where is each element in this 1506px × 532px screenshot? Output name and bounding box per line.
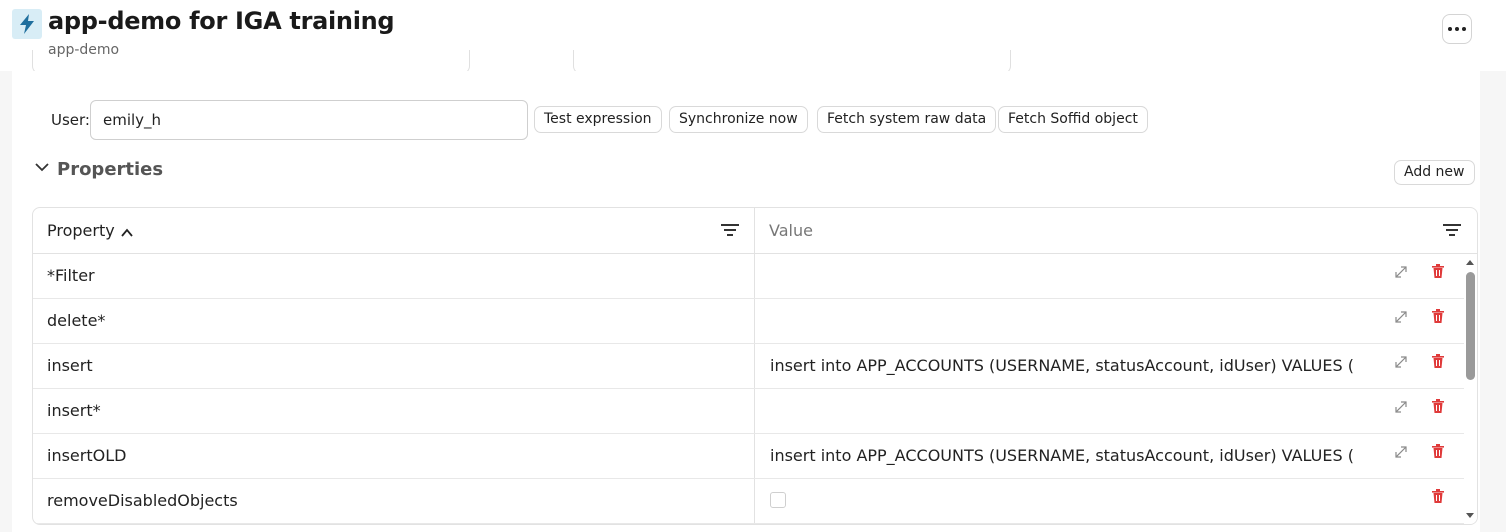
user-label: User: [51, 111, 90, 129]
property-name: insertOLD [47, 446, 127, 465]
trash-icon[interactable] [1432, 488, 1444, 503]
trash-icon[interactable] [1432, 353, 1444, 368]
scroll-down-icon[interactable] [1466, 513, 1474, 518]
table-row[interactable]: *Filter [33, 254, 1464, 299]
value-cell[interactable] [755, 254, 1464, 298]
page-subtitle: app-demo [48, 42, 120, 58]
column-label: Value [769, 221, 813, 240]
content-panel: User: Test expression Synchronize now Fe… [12, 71, 1480, 532]
scroll-up-icon[interactable] [1466, 260, 1474, 265]
more-horizontal-icon [1448, 27, 1466, 31]
property-value: insert into APP_ACCOUNTS (USERNAME, stat… [770, 356, 1354, 375]
expand-icon[interactable] [1394, 354, 1408, 368]
property-cell[interactable]: insertOLD [33, 434, 755, 478]
table-row[interactable]: insertOLD insert into APP_ACCOUNTS (USERN… [33, 434, 1464, 479]
scrollbar-thumb[interactable] [1466, 272, 1475, 380]
header: app-demo for IGA training app-demo [0, 0, 1506, 74]
value-checkbox[interactable] [770, 492, 786, 508]
value-cell[interactable]: insert into APP_ACCOUNTS (USERNAME, stat… [755, 344, 1464, 388]
property-name: removeDisabledObjects [47, 491, 238, 510]
synchronize-now-button[interactable]: Synchronize now [669, 106, 808, 133]
column-label: Property [47, 221, 115, 240]
filter-icon[interactable] [721, 222, 739, 236]
table-row[interactable]: delete* [33, 299, 1464, 344]
column-header-value[interactable]: Value [755, 208, 1477, 253]
trash-icon[interactable] [1432, 308, 1444, 323]
value-cell[interactable] [755, 479, 1464, 523]
property-name: *Filter [47, 266, 95, 285]
table-header: Property Value [33, 208, 1477, 254]
property-name: delete* [47, 311, 106, 330]
expand-icon[interactable] [1394, 264, 1408, 278]
table-row[interactable]: removeDisabledObjects [33, 479, 1464, 524]
property-cell[interactable]: removeDisabledObjects [33, 479, 755, 523]
table-body: *Filter delete* insert insert into APP_ACCO… [33, 254, 1477, 524]
add-new-button[interactable]: Add new [1394, 160, 1475, 185]
user-input[interactable] [90, 100, 528, 140]
fetch-soffid-object-button[interactable]: Fetch Soffid object [998, 106, 1148, 133]
test-expression-button[interactable]: Test expression [534, 106, 662, 133]
property-value: insert into APP_ACCOUNTS (USERNAME, stat… [770, 446, 1354, 465]
trash-icon[interactable] [1432, 263, 1444, 278]
property-name: insert [47, 356, 93, 375]
page-title: app-demo for IGA training [48, 7, 395, 35]
table-row[interactable]: insert insert into APP_ACCOUNTS (USERNAME… [33, 344, 1464, 389]
property-name: insert* [47, 401, 101, 420]
fetch-system-raw-data-button[interactable]: Fetch system raw data [817, 106, 997, 133]
expand-icon[interactable] [1394, 444, 1408, 458]
trash-icon[interactable] [1432, 443, 1444, 458]
sort-ascending-icon[interactable] [120, 225, 134, 239]
page: app-demo for IGA training app-demo User:… [0, 0, 1506, 532]
more-options-button[interactable] [1442, 14, 1472, 44]
properties-table: Property Value *Filter delete* insert in… [32, 207, 1478, 525]
property-cell[interactable]: insert [33, 344, 755, 388]
expand-icon[interactable] [1394, 399, 1408, 413]
expand-icon[interactable] [1394, 309, 1408, 323]
value-cell[interactable] [755, 299, 1464, 343]
value-cell[interactable]: insert into APP_ACCOUNTS (USERNAME, stat… [755, 434, 1464, 478]
lightning-bolt-icon [12, 9, 42, 39]
vertical-scrollbar[interactable] [1464, 254, 1477, 524]
table-row[interactable]: insert* [33, 389, 1464, 434]
filter-icon[interactable] [1443, 222, 1461, 236]
property-cell[interactable]: delete* [33, 299, 755, 343]
section-title-properties: Properties [57, 159, 164, 180]
column-header-property[interactable]: Property [33, 208, 755, 253]
chevron-down-icon[interactable] [34, 159, 50, 175]
value-cell[interactable] [755, 389, 1464, 433]
trash-icon[interactable] [1432, 398, 1444, 413]
property-cell[interactable]: *Filter [33, 254, 755, 298]
property-cell[interactable]: insert* [33, 389, 755, 433]
